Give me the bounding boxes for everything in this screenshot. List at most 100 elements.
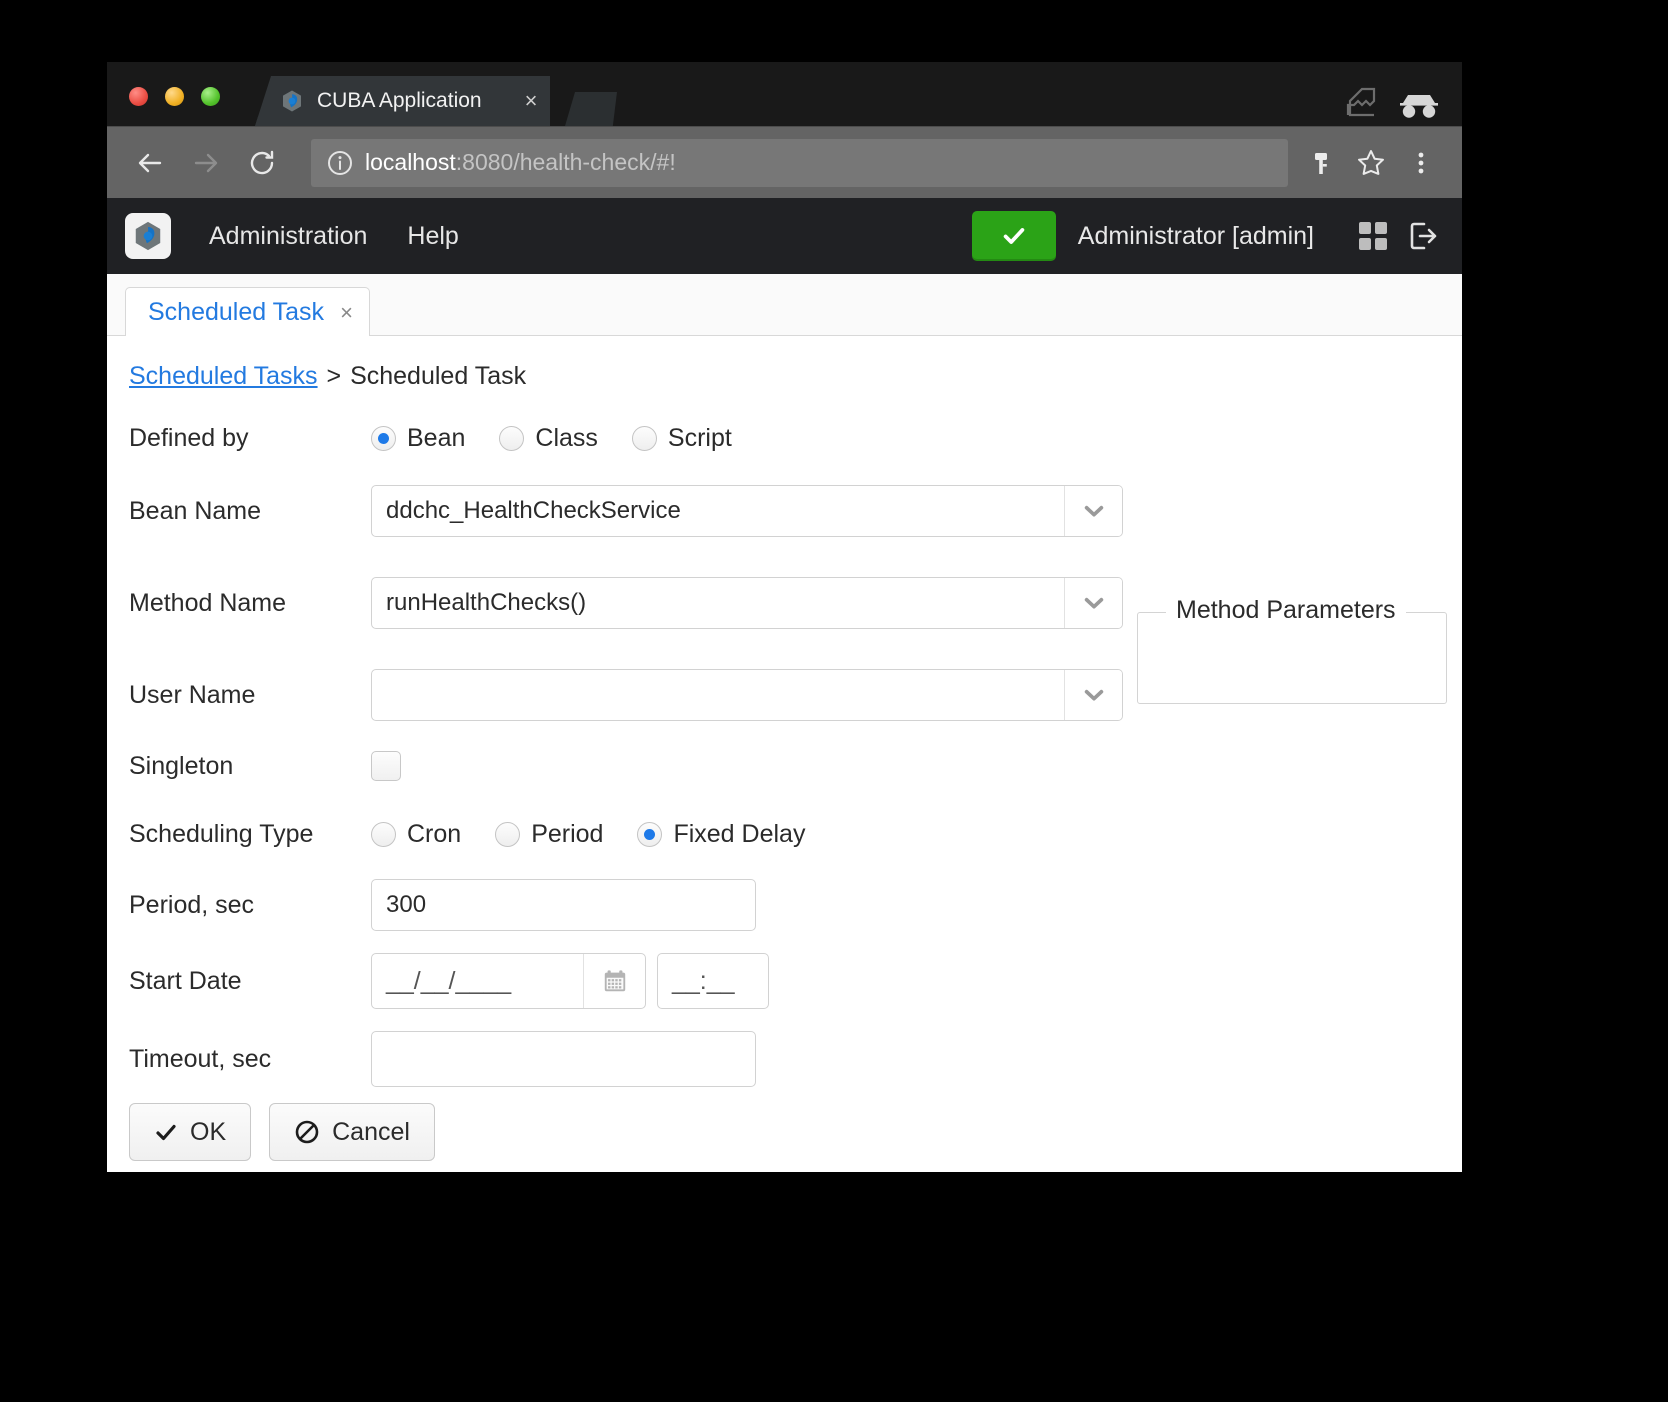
- start-date-input[interactable]: __/__/____: [371, 953, 646, 1009]
- new-tab-button[interactable]: [565, 92, 617, 126]
- breadcrumb-separator: >: [326, 362, 342, 390]
- browser-tab-strip: CUBA Application ×: [255, 76, 550, 126]
- label-start-date: Start Date: [129, 966, 242, 995]
- bean-name-combobox[interactable]: ddchc_HealthCheckService: [371, 485, 1123, 537]
- label-bean-name: Bean Name: [129, 496, 262, 525]
- defined-by-field: Bean Class Script: [371, 424, 732, 453]
- radio-period-label: Period: [531, 819, 604, 848]
- close-window-button[interactable]: [129, 87, 148, 106]
- window-controls: [129, 87, 220, 106]
- radio-bean-label: Bean: [407, 423, 466, 452]
- tab-scheduled-task[interactable]: Scheduled Task ×: [125, 287, 370, 337]
- form-row-singleton: Singleton: [129, 743, 1462, 789]
- form-row-period-sec: Period, sec 300: [129, 879, 1462, 931]
- browser-menu-icon[interactable]: [1398, 140, 1444, 186]
- form-row-defined-by: Defined by Bean Class Script: [129, 415, 1462, 461]
- incognito-glasses-icon: [1396, 84, 1442, 120]
- calendar-icon[interactable]: [583, 954, 645, 1008]
- method-name-combobox[interactable]: runHealthChecks(): [371, 577, 1123, 629]
- radio-script-label: Script: [667, 423, 732, 452]
- breadcrumb-link-scheduled-tasks[interactable]: Scheduled Tasks: [129, 362, 318, 390]
- web-page: Administration Help Administrator [admin…: [107, 198, 1462, 1172]
- radio-script-icon[interactable]: [631, 425, 657, 451]
- maximize-window-button[interactable]: [201, 87, 220, 106]
- radio-period-icon[interactable]: [495, 821, 521, 847]
- url-host: localhost: [365, 149, 456, 175]
- app-tabsheet: Scheduled Task ×: [107, 274, 1462, 337]
- cancel-button-label: Cancel: [332, 1117, 410, 1146]
- period-sec-input[interactable]: 300: [371, 879, 756, 931]
- label-method-name: Method Name: [129, 588, 287, 617]
- start-date-field: __/__/____ __:__: [371, 953, 769, 1009]
- radio-cron-label: Cron: [407, 819, 462, 848]
- reload-button[interactable]: [237, 138, 287, 188]
- breadcrumb-current: Scheduled Task: [350, 362, 527, 390]
- user-name-combobox[interactable]: [371, 669, 1123, 721]
- radio-fixed-delay-label: Fixed Delay: [673, 819, 806, 848]
- toolbar-right-icons: [1298, 140, 1444, 186]
- radio-option-period[interactable]: Period: [495, 820, 603, 849]
- logout-icon[interactable]: [1406, 219, 1440, 253]
- label-period-sec: Period, sec: [129, 890, 255, 919]
- chevron-down-icon[interactable]: [1064, 486, 1122, 536]
- app-menu-administration[interactable]: Administration: [189, 222, 387, 251]
- breadcrumb: Scheduled Tasks > Scheduled Task: [129, 362, 1462, 391]
- radio-group-defined-by: Bean Class Script: [371, 424, 732, 453]
- password-key-icon[interactable]: [1298, 140, 1344, 186]
- radio-option-fixed-delay[interactable]: Fixed Delay: [637, 820, 805, 849]
- bookmark-star-icon[interactable]: [1348, 140, 1394, 186]
- method-parameters-legend: Method Parameters: [1166, 596, 1406, 625]
- method-name-value: runHealthChecks(): [386, 589, 587, 616]
- app-header: Administration Help Administrator [admin…: [107, 198, 1462, 274]
- label-timeout-sec: Timeout, sec: [129, 1044, 272, 1073]
- radio-option-bean[interactable]: Bean: [371, 424, 465, 453]
- chevron-down-icon[interactable]: [1064, 578, 1122, 628]
- singleton-field: [371, 751, 401, 781]
- scheduling-type-field: Cron Period Fixed Delay: [371, 820, 805, 849]
- app-menu-help[interactable]: Help: [387, 222, 478, 251]
- browser-tab-title: CUBA Application: [317, 89, 482, 112]
- label-scheduling-type: Scheduling Type: [129, 819, 314, 848]
- radio-option-class[interactable]: Class: [499, 424, 598, 453]
- cancel-button[interactable]: Cancel: [269, 1103, 435, 1161]
- user-name-label: Administrator [admin]: [1077, 221, 1314, 250]
- chevron-down-icon[interactable]: [1064, 670, 1122, 720]
- ok-button[interactable]: OK: [129, 1103, 252, 1161]
- info-circle-icon[interactable]: [327, 150, 353, 176]
- address-bar-url: localhost:8080/health-check/#!: [365, 149, 676, 176]
- radio-class-icon[interactable]: [499, 425, 525, 451]
- app-grid-icon[interactable]: [1356, 219, 1390, 253]
- address-bar[interactable]: localhost:8080/health-check/#!: [311, 138, 1288, 187]
- browser-tab[interactable]: CUBA Application ×: [255, 76, 550, 126]
- browser-window: CUBA Application × localhost:8080/health…: [107, 62, 1462, 1172]
- scheduled-task-form: Scheduled Tasks > Scheduled Task Defined…: [107, 336, 1462, 1172]
- back-button[interactable]: [125, 138, 175, 188]
- radio-bean-icon[interactable]: [371, 425, 396, 451]
- form-row-start-date: Start Date __/__/____ __:__: [129, 953, 1462, 1009]
- close-tab-button[interactable]: ×: [516, 90, 546, 112]
- close-icon[interactable]: ×: [340, 300, 353, 326]
- singleton-checkbox[interactable]: [371, 751, 401, 781]
- start-time-input[interactable]: __:__: [657, 953, 769, 1009]
- status-badge[interactable]: [971, 211, 1056, 261]
- forward-button[interactable]: [181, 138, 231, 188]
- minimize-window-button[interactable]: [165, 87, 184, 106]
- method-parameters-fieldset: Method Parameters: [1137, 596, 1447, 704]
- label-defined-by: Defined by: [129, 423, 249, 452]
- window-restore-icon[interactable]: [1345, 86, 1377, 118]
- radio-class-label: Class: [535, 423, 598, 452]
- radio-option-cron[interactable]: Cron: [371, 820, 461, 849]
- form-row-bean-name: Bean Name ddchc_HealthCheckService: [129, 485, 1462, 537]
- start-date-mask: __/__/____: [386, 966, 512, 995]
- cuba-logo-icon[interactable]: [125, 213, 171, 259]
- radio-group-scheduling-type: Cron Period Fixed Delay: [371, 820, 805, 849]
- radio-option-script[interactable]: Script: [631, 423, 732, 453]
- cuba-logo-icon: [280, 89, 304, 113]
- timeout-sec-input[interactable]: [371, 1031, 756, 1087]
- browser-toolbar: localhost:8080/health-check/#!: [107, 126, 1462, 198]
- form-row-timeout-sec: Timeout, sec: [129, 1031, 1462, 1087]
- tab-label: Scheduled Task: [148, 298, 325, 326]
- radio-fixed-delay-icon[interactable]: [637, 821, 663, 847]
- radio-cron-icon[interactable]: [371, 821, 396, 847]
- bean-name-value: ddchc_HealthCheckService: [386, 497, 681, 524]
